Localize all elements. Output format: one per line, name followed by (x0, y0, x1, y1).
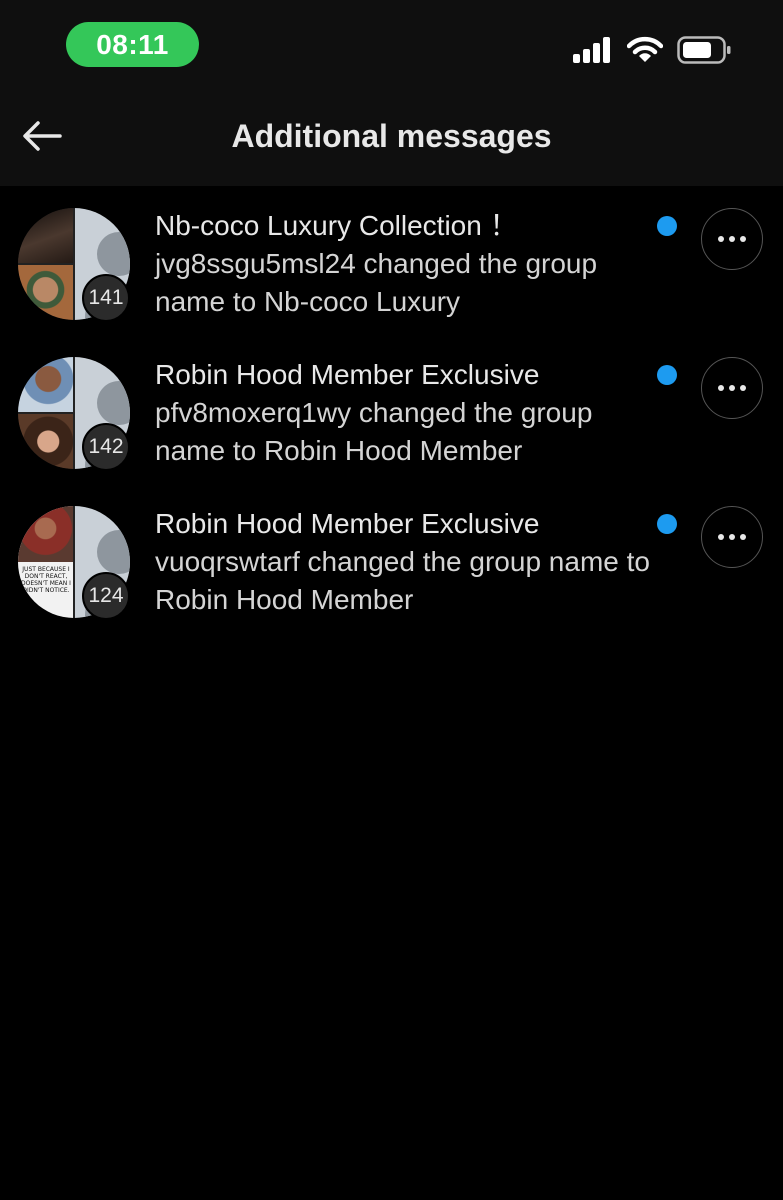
more-options-button[interactable] (701, 357, 763, 419)
conversation-item[interactable]: 141 Nb-coco Luxury Collection ！ jvg8ssgu… (0, 186, 783, 335)
unread-indicator (657, 216, 677, 236)
member-count-badge: 124 (82, 572, 130, 620)
more-options-button[interactable] (701, 208, 763, 270)
conversation-list: 141 Nb-coco Luxury Collection ！ jvg8ssgu… (0, 186, 783, 633)
unread-indicator (657, 365, 677, 385)
status-time[interactable]: 08:11 (66, 22, 199, 67)
wifi-icon (626, 36, 664, 69)
conversation-title: Nb-coco Luxury Collection ！ (155, 210, 518, 241)
conversation-text: Nb-coco Luxury Collection ！ jvg8ssgu5msl… (155, 206, 655, 321)
conversation-text: Robin Hood Member Exclusive pfv8moxerq1w… (155, 355, 655, 470)
conversation-title: Robin Hood Member Exclusive (155, 359, 540, 390)
avatar-photo-collage: JUST BECAUSE I DON'T REACT, DOESN'T MEAN… (18, 506, 73, 618)
battery-icon (677, 36, 731, 69)
conversation-preview: vuoqrswtarf changed the group name to Ro… (155, 546, 650, 615)
unread-indicator (657, 514, 677, 534)
conversation-preview: jvg8ssgu5msl24 changed the group name to… (155, 248, 598, 317)
conversation-item[interactable]: 142 Robin Hood Member Exclusive pfv8moxe… (0, 335, 783, 484)
cellular-signal-icon (573, 37, 613, 68)
member-count-badge: 142 (82, 423, 130, 471)
avatar-caption: JUST BECAUSE I DON'T REACT, DOESN'T MEAN… (21, 566, 71, 594)
conversation-text: Robin Hood Member Exclusive vuoqrswtarf … (155, 504, 655, 619)
status-icons (573, 36, 731, 69)
more-icon (718, 534, 724, 540)
member-count-badge: 141 (82, 274, 130, 322)
conversation-title: Robin Hood Member Exclusive (155, 508, 540, 539)
conversation-item[interactable]: JUST BECAUSE I DON'T REACT, DOESN'T MEAN… (0, 484, 783, 633)
avatar-photo-collage (18, 357, 73, 469)
status-bar: 08:11 (0, 0, 783, 90)
page-title: Additional messages (231, 118, 552, 154)
conversation-preview: pfv8moxerq1wy changed the group name to … (155, 397, 593, 466)
more-icon (718, 236, 724, 242)
more-icon (718, 385, 724, 391)
nav-header: Additional messages (0, 90, 783, 186)
more-options-button[interactable] (701, 506, 763, 568)
avatar-photo-collage (18, 208, 73, 320)
